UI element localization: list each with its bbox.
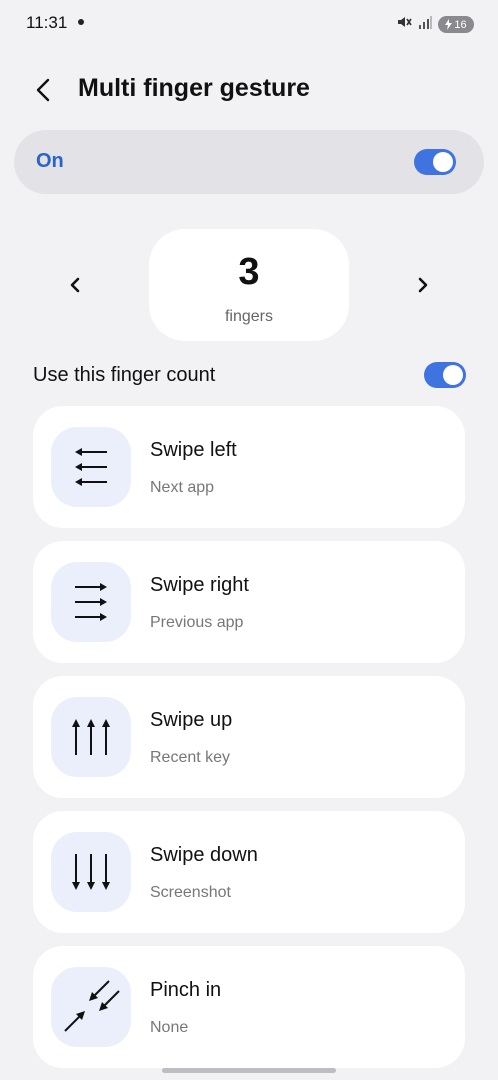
gesture-title: Swipe right xyxy=(150,574,249,596)
gesture-title: Swipe up xyxy=(150,709,233,731)
notification-dot-icon xyxy=(78,19,84,25)
master-switch-row[interactable]: On xyxy=(14,130,484,194)
gesture-title: Swipe left xyxy=(150,439,237,461)
toggle-knob xyxy=(433,152,453,172)
pinch-in-icon xyxy=(51,967,131,1047)
use-finger-count-toggle[interactable] xyxy=(424,362,466,388)
finger-count-unit: fingers xyxy=(224,308,274,325)
chevron-left-icon[interactable] xyxy=(60,270,90,300)
arrows-left-icon xyxy=(51,427,131,507)
mute-icon xyxy=(396,14,412,35)
back-arrow-icon[interactable] xyxy=(28,74,60,106)
master-toggle[interactable] xyxy=(414,149,456,175)
arrows-up-icon xyxy=(51,697,131,777)
gesture-card-swipe-right[interactable]: Swipe right Previous app xyxy=(33,541,465,663)
status-time: 11:31 xyxy=(26,13,68,32)
gesture-card-pinch-in[interactable]: Pinch in None xyxy=(33,946,465,1068)
chevron-right-icon[interactable] xyxy=(408,270,438,300)
header: Multi finger gesture xyxy=(0,62,498,118)
use-finger-count-label: Use this finger count xyxy=(33,364,216,386)
finger-count-value: 3 xyxy=(238,251,260,293)
gesture-card-swipe-up[interactable]: Swipe up Recent key xyxy=(33,676,465,798)
status-icons: 16 xyxy=(396,14,474,35)
gesture-card-swipe-left[interactable]: Swipe left Next app xyxy=(33,406,465,528)
page-title: Multi finger gesture xyxy=(78,74,310,102)
finger-count-picker[interactable]: 3 fingers xyxy=(149,229,349,341)
battery-charging-icon: 16 xyxy=(438,16,474,33)
gesture-action: Recent key xyxy=(150,749,231,766)
use-finger-count-row[interactable]: Use this finger count xyxy=(0,356,498,396)
arrows-right-icon xyxy=(51,562,131,642)
gesture-action: Screenshot xyxy=(150,884,231,901)
gesture-title: Swipe down xyxy=(150,844,258,866)
arrows-down-icon xyxy=(51,832,131,912)
toggle-knob xyxy=(443,365,463,385)
status-bar: 11:31 16 xyxy=(0,0,498,48)
gesture-action: Previous app xyxy=(150,614,244,631)
gesture-nav-handle[interactable] xyxy=(162,1068,336,1073)
gesture-title: Pinch in xyxy=(150,979,222,1001)
battery-level: 16 xyxy=(454,18,467,31)
signal-icon xyxy=(418,15,432,34)
master-switch-label: On xyxy=(36,150,64,172)
gesture-action: None xyxy=(150,1019,189,1036)
gesture-action: Next app xyxy=(150,479,215,496)
gesture-card-swipe-down[interactable]: Swipe down Screenshot xyxy=(33,811,465,933)
